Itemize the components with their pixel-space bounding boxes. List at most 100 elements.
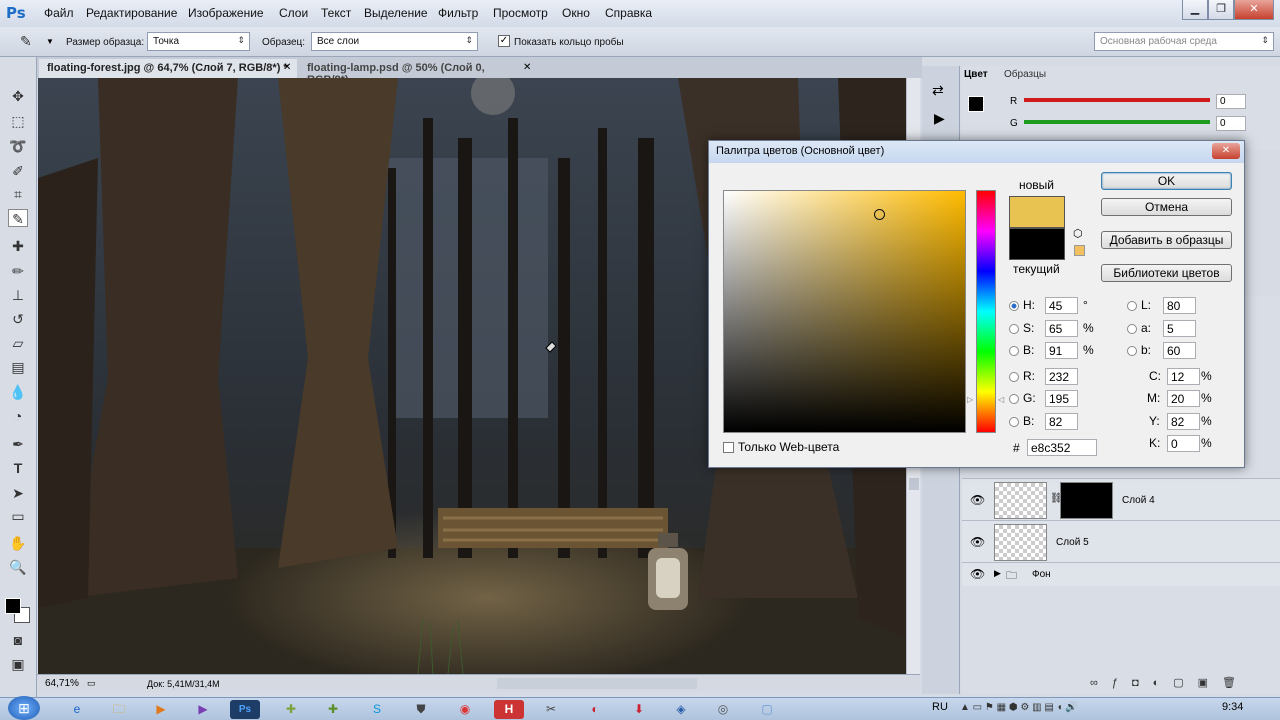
crop-tool-icon[interactable]: ⌗ bbox=[8, 185, 28, 203]
shape-tool-icon[interactable]: ▭ bbox=[8, 507, 28, 525]
gamut-swatch[interactable] bbox=[1074, 245, 1085, 256]
layer-row[interactable]: 👁 ⛓ Слой 4 bbox=[962, 478, 1280, 520]
skype-icon[interactable]: S bbox=[362, 700, 392, 719]
sample-select[interactable]: Все слои ⇕ bbox=[311, 32, 478, 51]
blur-tool-icon[interactable]: 💧 bbox=[8, 383, 28, 401]
screen-mode-icon[interactable]: ▣ bbox=[8, 655, 28, 673]
menu-window[interactable]: Окно bbox=[562, 6, 590, 20]
tab-color[interactable]: Цвет bbox=[964, 69, 988, 80]
add-to-swatches-button[interactable]: Добавить в образцы bbox=[1101, 231, 1232, 249]
dodge-tool-icon[interactable]: ◔ bbox=[8, 407, 28, 425]
scroll-thumb[interactable] bbox=[909, 478, 919, 490]
quick-select-tool-icon[interactable]: ✐ bbox=[8, 162, 28, 180]
chevron-down-icon[interactable]: ▼ bbox=[46, 37, 54, 46]
close-icon[interactable]: ✕ bbox=[1212, 143, 1240, 159]
eyedropper-icon[interactable]: ✎ bbox=[20, 33, 32, 50]
tank-game-icon[interactable]: ⛊ bbox=[406, 700, 436, 719]
tab-floating-forest[interactable]: floating-forest.jpg @ 64,7% (Слой 7, RGB… bbox=[39, 59, 297, 78]
layer-name[interactable]: Фон bbox=[1032, 569, 1051, 580]
out-of-gamut-cube-icon[interactable]: ⬡ bbox=[1073, 227, 1083, 240]
tab-floating-lamp[interactable]: floating-lamp.psd @ 50% (Слой 0, RGB/8*) bbox=[299, 59, 535, 86]
menu-view[interactable]: Просмотр bbox=[493, 6, 548, 20]
app-blue-icon[interactable]: ◈ bbox=[666, 700, 696, 719]
color-field-cursor[interactable] bbox=[874, 209, 885, 220]
brush-tool-icon[interactable]: ✏ bbox=[8, 262, 28, 280]
clock[interactable]: 9:34 bbox=[1222, 701, 1243, 713]
history-brush-tool-icon[interactable]: ↺ bbox=[8, 310, 28, 328]
eraser-tool-icon[interactable]: ▱ bbox=[8, 334, 28, 352]
g-slider[interactable] bbox=[1024, 120, 1210, 124]
eyedropper-tool-icon[interactable]: ✎ bbox=[8, 209, 28, 227]
close-icon[interactable]: ✕ bbox=[1234, 0, 1274, 20]
app-icon-green[interactable]: ✚ bbox=[276, 700, 306, 719]
l-field[interactable]: 80 bbox=[1163, 297, 1196, 314]
a-field[interactable]: 5 bbox=[1163, 320, 1196, 337]
layer-name[interactable]: Слой 4 bbox=[1122, 495, 1155, 506]
g-field[interactable]: 195 bbox=[1045, 390, 1078, 407]
media-player-icon[interactable]: ▶ bbox=[146, 700, 176, 719]
hue-slider-right-arrow-icon[interactable]: ◁ bbox=[998, 395, 1004, 404]
gradient-tool-icon[interactable]: ▤ bbox=[8, 358, 28, 376]
blue-radio[interactable] bbox=[1009, 417, 1019, 427]
foreground-color-swatch[interactable] bbox=[5, 598, 21, 614]
photoshop-taskbar-icon[interactable]: Ps bbox=[230, 700, 260, 719]
actions-play-icon[interactable]: ▶ bbox=[934, 110, 945, 127]
r-value[interactable]: 0 bbox=[1216, 94, 1246, 109]
r-slider[interactable] bbox=[1024, 98, 1210, 102]
hue-slider-left-arrow-icon[interactable]: ▷ bbox=[967, 395, 973, 404]
g-radio[interactable] bbox=[1009, 394, 1019, 404]
menu-edit[interactable]: Редактирование bbox=[86, 6, 177, 20]
move-tool-icon[interactable]: ✥ bbox=[8, 87, 28, 105]
video-app-icon[interactable]: ▶ bbox=[188, 700, 218, 719]
layer-name[interactable]: Слой 5 bbox=[1056, 537, 1089, 548]
marquee-tool-icon[interactable]: ⬚ bbox=[8, 112, 28, 130]
menu-type[interactable]: Текст bbox=[321, 6, 351, 20]
ie-icon[interactable]: e bbox=[62, 700, 92, 719]
healing-brush-tool-icon[interactable]: ✚ bbox=[8, 237, 28, 255]
quick-mask-icon[interactable]: ◙ bbox=[8, 631, 28, 649]
tool-icon[interactable]: ✂ bbox=[536, 700, 566, 719]
app-red-icon[interactable]: ◐ bbox=[580, 700, 610, 719]
lab-b-radio[interactable] bbox=[1127, 346, 1137, 356]
s-field[interactable]: 65 bbox=[1045, 320, 1078, 337]
app-light-icon[interactable]: ▢ bbox=[752, 700, 782, 719]
r-field[interactable]: 232 bbox=[1045, 368, 1078, 385]
lasso-tool-icon[interactable]: ➰ bbox=[8, 137, 28, 155]
foreground-color-swatch[interactable] bbox=[968, 96, 984, 112]
r-radio[interactable] bbox=[1009, 372, 1019, 382]
path-select-tool-icon[interactable]: ➤ bbox=[8, 484, 28, 502]
menu-select[interactable]: Выделение bbox=[364, 6, 428, 20]
hue-slider[interactable] bbox=[976, 190, 996, 433]
layer-group-row[interactable]: 👁 ▶ 🗀 Фон bbox=[962, 562, 1280, 586]
app-h-icon[interactable]: H bbox=[494, 700, 524, 719]
pen-tool-icon[interactable]: ✒ bbox=[8, 435, 28, 453]
clone-stamp-tool-icon[interactable]: ⊥ bbox=[8, 286, 28, 304]
hand-tool-icon[interactable]: ✋ bbox=[8, 534, 28, 552]
start-button-icon[interactable]: ⊞ bbox=[8, 696, 40, 720]
blue-field[interactable]: 82 bbox=[1045, 413, 1078, 430]
b-radio[interactable] bbox=[1009, 346, 1019, 356]
h-field[interactable]: 45 bbox=[1045, 297, 1078, 314]
menu-layers[interactable]: Слои bbox=[279, 6, 308, 20]
b-field[interactable]: 91 bbox=[1045, 342, 1078, 359]
h-radio[interactable] bbox=[1009, 301, 1019, 311]
app-icon-green-2[interactable]: ✚ bbox=[318, 700, 348, 719]
ok-button[interactable]: OK bbox=[1101, 172, 1232, 190]
visibility-eye-icon[interactable]: 👁 bbox=[970, 493, 985, 507]
visibility-eye-icon[interactable]: 👁 bbox=[970, 535, 985, 549]
m-field[interactable]: 20 bbox=[1167, 390, 1200, 407]
app-grey-icon[interactable]: ◎ bbox=[708, 700, 738, 719]
menu-help[interactable]: Справка bbox=[605, 6, 652, 20]
c-field[interactable]: 12 bbox=[1167, 368, 1200, 385]
lab-b-field[interactable]: 60 bbox=[1163, 342, 1196, 359]
layer-row[interactable]: 👁 Слой 5 bbox=[962, 520, 1280, 562]
s-radio[interactable] bbox=[1009, 324, 1019, 334]
tray-icons[interactable]: ▲ ▭ ⚑ ▦ ⬢ ⚙ ▥ ▤ ◖ 🔊 bbox=[960, 702, 1078, 713]
color-libraries-button[interactable]: Библиотеки цветов bbox=[1101, 264, 1232, 282]
web-only-checkbox[interactable] bbox=[723, 442, 734, 453]
maximize-icon[interactable]: ❐ bbox=[1208, 0, 1234, 20]
workspace-select[interactable]: Основная рабочая среда ⇕ bbox=[1094, 32, 1274, 51]
status-menu-icon[interactable]: ▭ bbox=[87, 678, 96, 689]
menu-filter[interactable]: Фильтр bbox=[438, 6, 478, 20]
menu-image[interactable]: Изображение bbox=[188, 6, 264, 20]
